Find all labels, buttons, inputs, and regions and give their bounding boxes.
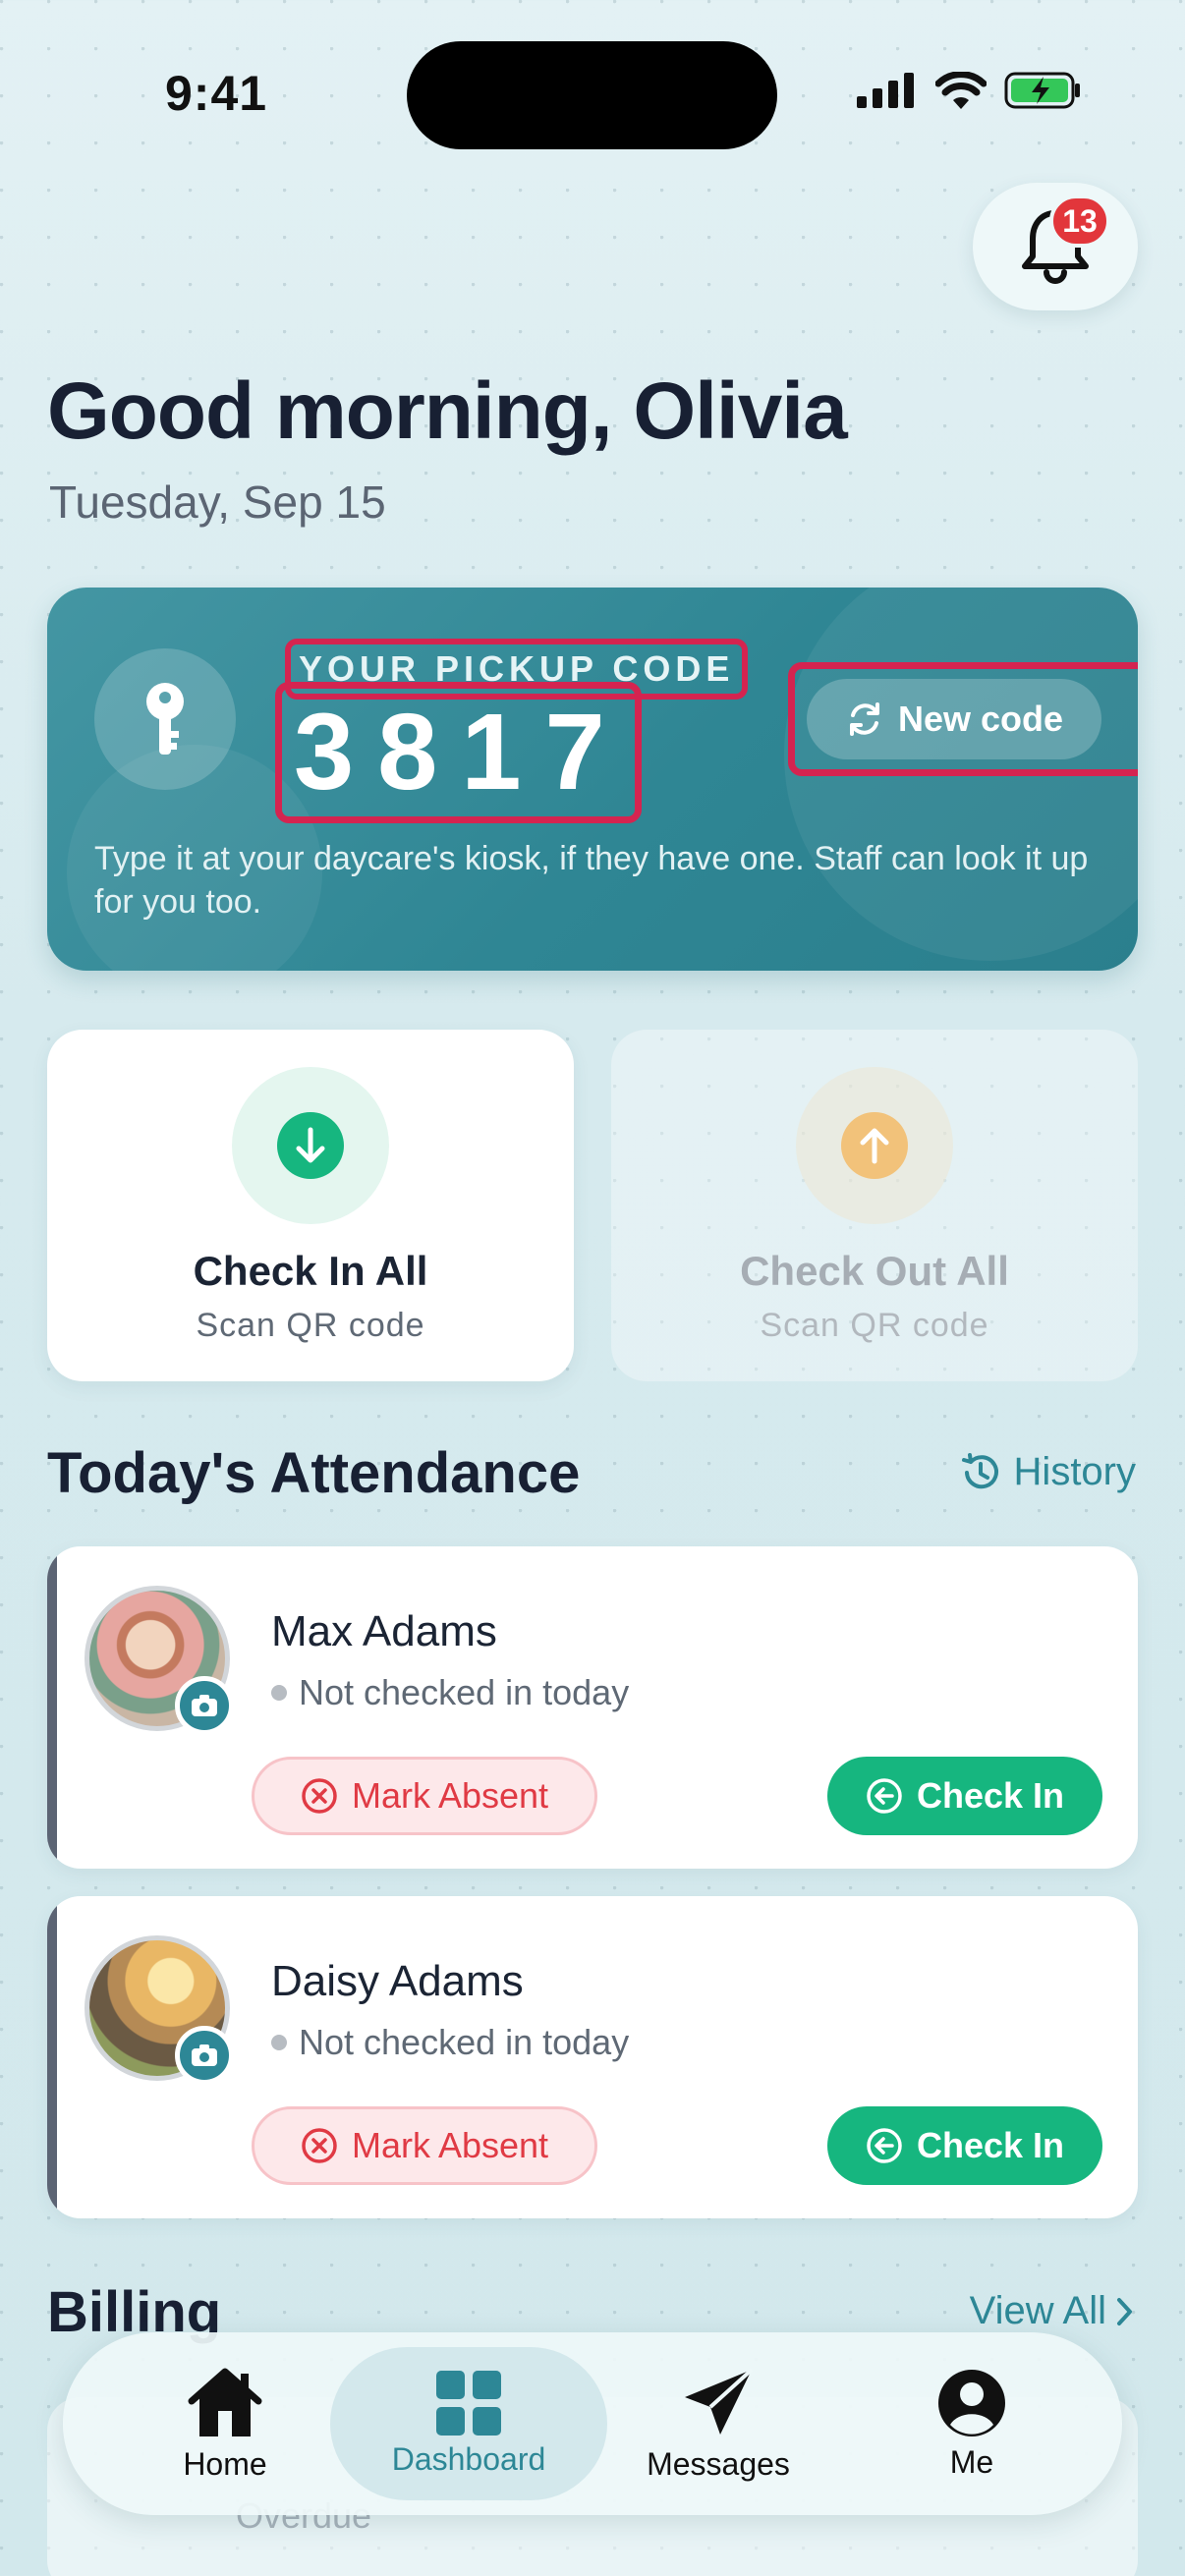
wifi-icon [935, 72, 987, 109]
view-all-label: View All [969, 2289, 1106, 2332]
check-in-icon-badge [232, 1067, 389, 1224]
notification-badge: 13 [1049, 195, 1110, 248]
tab-me-label: Me [949, 2443, 994, 2480]
child-card: Max Adams Not checked in today Mark Abse… [47, 1546, 1138, 1869]
status-icons [857, 71, 1083, 110]
check-out-all-card[interactable]: Check Out All Scan QR code [611, 1030, 1138, 1381]
tab-home[interactable]: Home [102, 2332, 348, 2515]
grid-icon [436, 2370, 501, 2436]
change-photo-button[interactable] [175, 1676, 234, 1735]
tab-dashboard-label: Dashboard [391, 2440, 546, 2477]
pickup-code-value: 3817 [275, 682, 642, 823]
history-link[interactable]: History [959, 1450, 1136, 1494]
key-icon [146, 683, 184, 755]
child-status-text: Not checked in today [299, 2022, 630, 2062]
pickup-code-card: YOUR PICKUP CODE 3817 New code Type it a… [47, 588, 1138, 971]
status-time: 9:41 [165, 66, 268, 121]
check-in-all-title: Check In All [193, 1248, 428, 1294]
notifications-button[interactable] [973, 183, 1138, 310]
date-label: Tuesday, Sep 15 [49, 476, 386, 528]
camera-icon [192, 1695, 217, 1716]
key-badge [94, 648, 236, 790]
camera-icon [192, 2044, 217, 2066]
child-name: Max Adams [271, 1607, 497, 1655]
new-code-label: New code [897, 699, 1064, 739]
dynamic-island [407, 41, 777, 149]
chevron-right-icon [1117, 2297, 1132, 2325]
attendance-title: Today's Attendance [47, 1441, 581, 1505]
check-in-label: Check In [916, 1775, 1065, 1816]
mark-absent-label: Mark Absent [351, 1775, 549, 1816]
check-out-all-title: Check Out All [740, 1248, 1009, 1294]
arrow-left-circle-icon [867, 1778, 902, 1814]
x-circle-icon [302, 1778, 337, 1814]
home-icon [188, 2368, 262, 2436]
check-in-button[interactable]: Check In [827, 2106, 1102, 2185]
child-status-text: Not checked in today [299, 1672, 630, 1712]
history-label: History [1013, 1450, 1136, 1493]
new-code-button[interactable]: New code [807, 679, 1101, 759]
arrow-down-circle-icon [277, 1112, 344, 1179]
mark-absent-button[interactable]: Mark Absent [252, 2106, 597, 2185]
child-card-accent [47, 1546, 57, 1869]
tab-messages[interactable]: Messages [595, 2332, 841, 2515]
tab-dashboard[interactable]: Dashboard [330, 2347, 607, 2500]
arrow-up-circle-icon [841, 1112, 908, 1179]
pickup-code-description: Type it at your daycare's kiosk, if they… [94, 840, 1089, 921]
refresh-icon [849, 702, 879, 736]
view-all-billing-link[interactable]: View All [970, 2289, 1136, 2333]
check-in-button[interactable]: Check In [827, 1757, 1102, 1835]
child-card-accent [47, 1896, 57, 2218]
tab-home-label: Home [183, 2445, 267, 2482]
status-dot [271, 2035, 287, 2050]
x-circle-icon [302, 2128, 337, 2163]
status-dot [271, 1685, 287, 1701]
mark-absent-button[interactable]: Mark Absent [252, 1757, 597, 1835]
child-status: Not checked in today [271, 1672, 629, 1713]
history-clock-icon [961, 1452, 998, 1488]
child-status: Not checked in today [271, 2022, 629, 2063]
check-out-icon-badge [796, 1067, 953, 1224]
check-in-label: Check In [916, 2125, 1065, 2165]
tab-messages-label: Messages [647, 2445, 790, 2482]
cellular-signal-icon [857, 73, 914, 108]
child-name: Daisy Adams [271, 1957, 524, 2005]
mark-absent-label: Mark Absent [351, 2125, 549, 2165]
change-photo-button[interactable] [175, 2026, 234, 2085]
check-out-all-subtitle: Scan QR code [760, 1307, 989, 1344]
greeting-title: Good morning, Olivia [47, 366, 848, 456]
person-icon [938, 2369, 1005, 2436]
tab-me[interactable]: Me [849, 2332, 1095, 2515]
bottom-tab-bar: Home Dashboard Messages Me [63, 2332, 1122, 2515]
check-in-all-subtitle: Scan QR code [196, 1307, 425, 1344]
check-in-all-card[interactable]: Check In All Scan QR code [47, 1030, 574, 1381]
new-code-highlight: New code [788, 662, 1138, 776]
child-card: Daisy Adams Not checked in today Mark Ab… [47, 1896, 1138, 2218]
paper-plane-icon [685, 2368, 754, 2435]
arrow-left-circle-icon [867, 2128, 902, 2163]
battery-charging-icon [1004, 72, 1080, 109]
